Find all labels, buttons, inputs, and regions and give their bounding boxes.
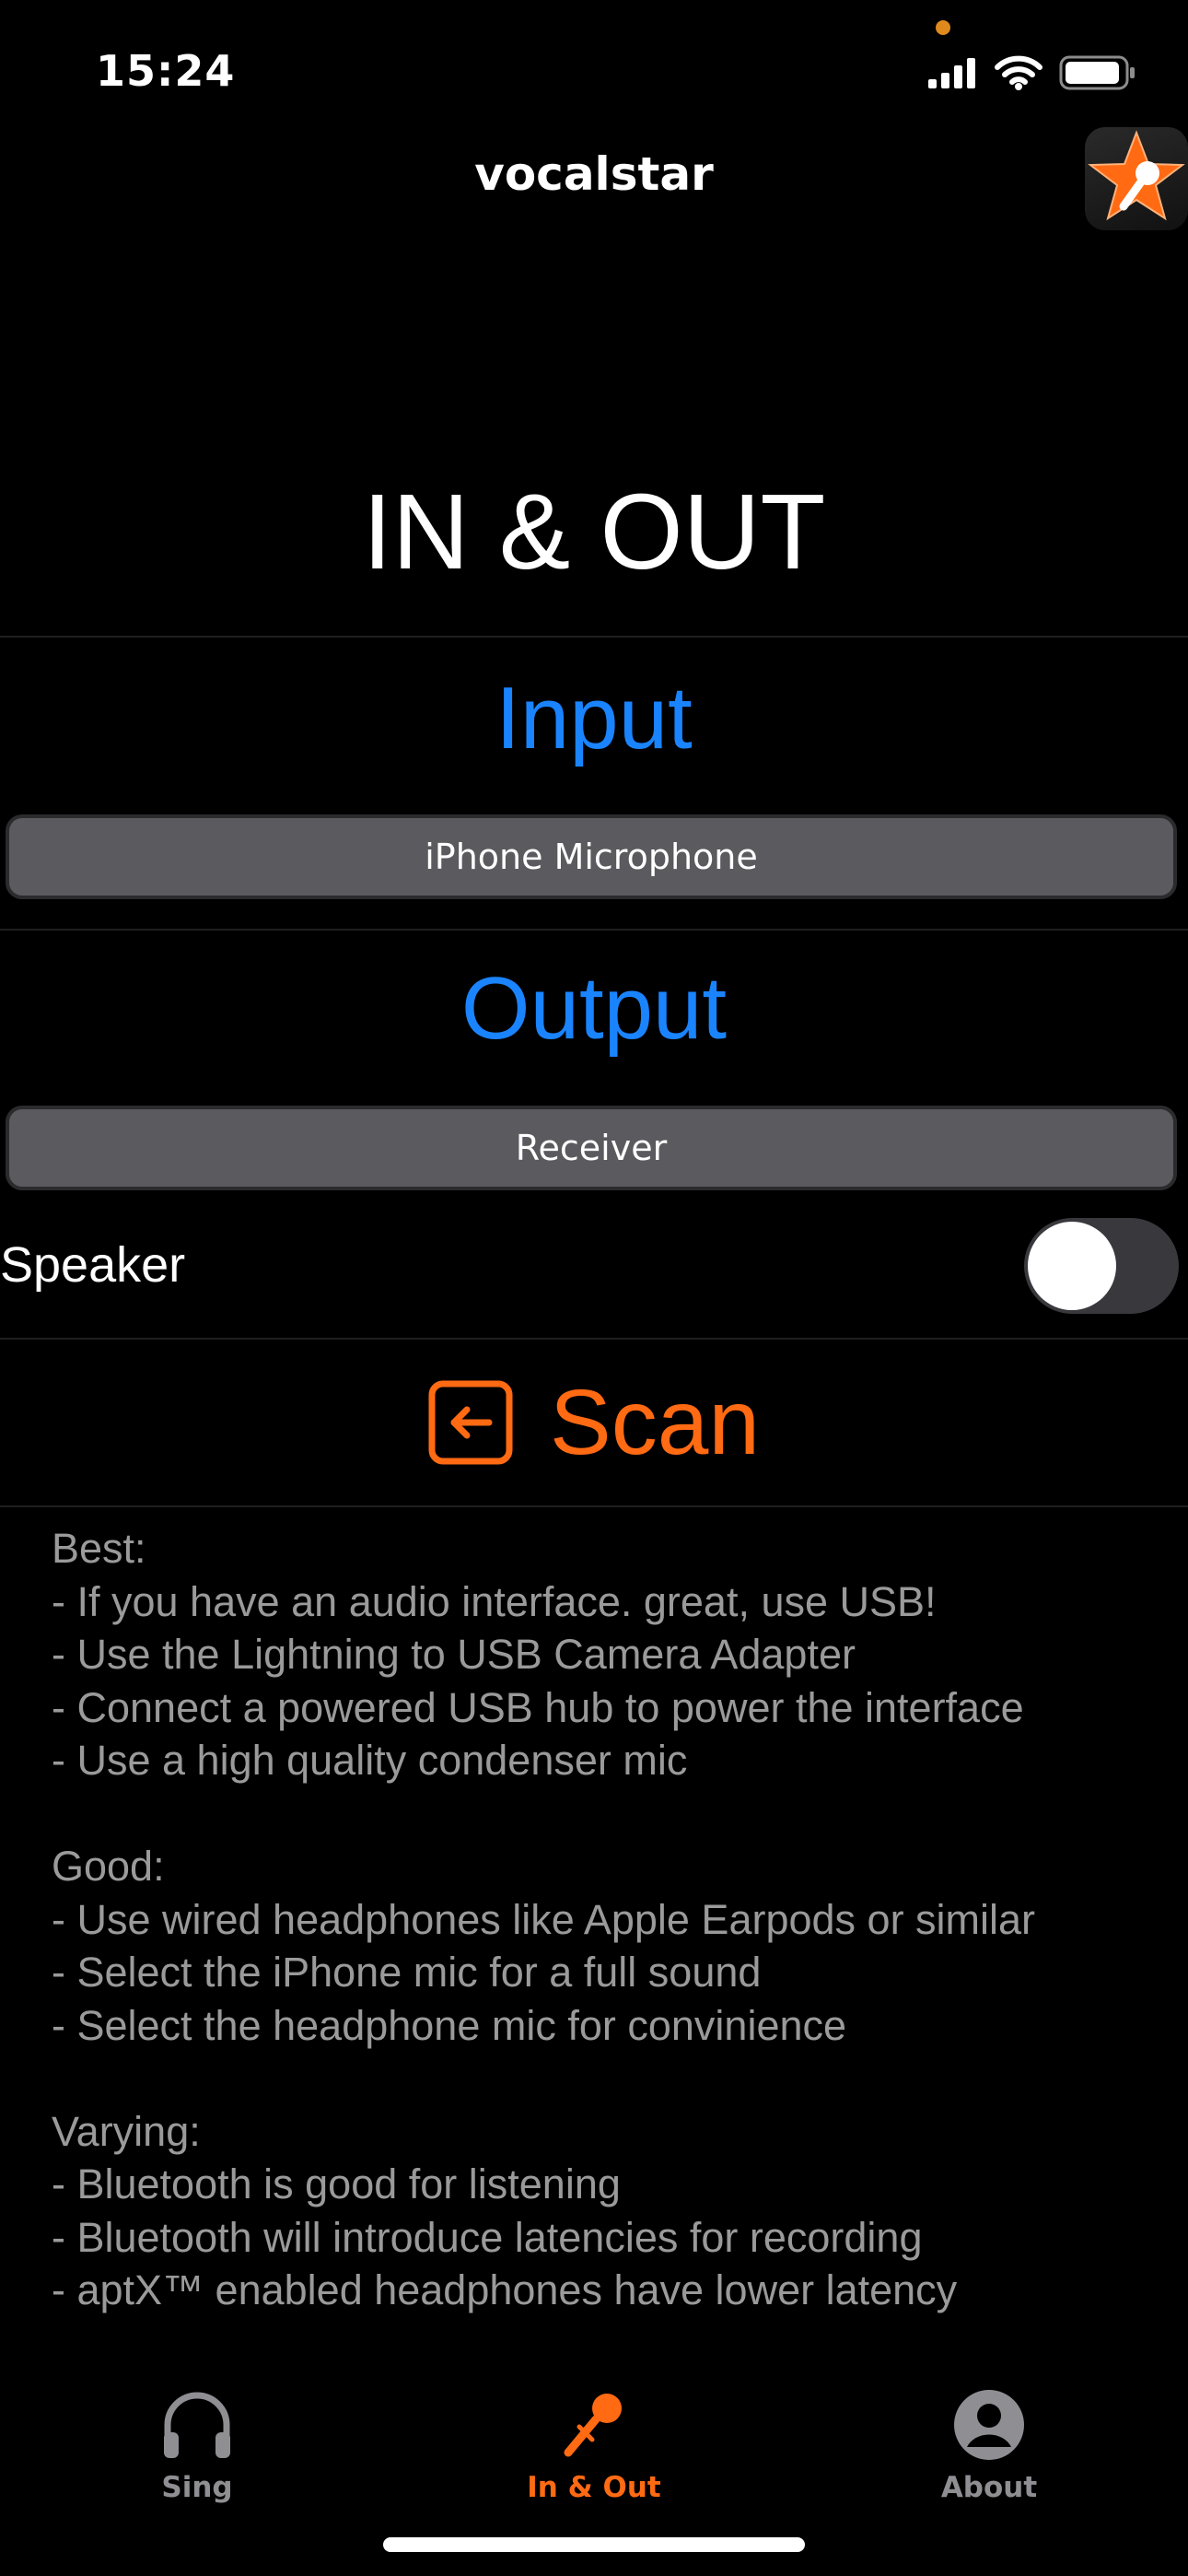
mic-in-use-indicator — [936, 20, 950, 35]
person-circle-icon — [954, 2390, 1024, 2460]
connection-tips-text: Best: - If you have an audio interface. … — [52, 1525, 1036, 2313]
input-device-picker[interactable]: iPhone Microphone — [6, 814, 1177, 899]
star-microphone-logo-icon — [1088, 130, 1185, 221]
tab-bar: Sing In & Out About — [0, 2386, 1188, 2524]
divider — [0, 1505, 1188, 1507]
page-title: IN & OUT — [362, 472, 826, 591]
tab-sing-label: Sing — [161, 2471, 233, 2504]
wifi-icon — [995, 55, 1042, 90]
nav-title: vocalstar — [474, 147, 714, 201]
divider — [0, 929, 1188, 931]
cellular-signal-icon — [928, 58, 975, 88]
microphone-icon — [564, 2394, 622, 2457]
tab-in-out-label: In & Out — [527, 2471, 661, 2504]
output-heading: Output — [460, 959, 728, 1058]
scan-button[interactable]: Scan — [0, 1371, 1188, 1474]
speaker-toggle[interactable] — [1024, 1218, 1179, 1314]
divider — [0, 1338, 1188, 1340]
tab-about[interactable]: About — [851, 2386, 1127, 2504]
app-logo-button[interactable] — [1085, 127, 1188, 230]
input-heading: Input — [495, 669, 693, 767]
tab-sing[interactable]: Sing — [59, 2386, 335, 2504]
home-indicator — [383, 2537, 805, 2552]
output-device-picker[interactable]: Receiver — [6, 1106, 1177, 1190]
tab-in-out[interactable]: In & Out — [456, 2386, 732, 2504]
status-time: 15:24 — [96, 46, 236, 96]
headphones-icon — [164, 2392, 230, 2458]
arrow-left-square-icon — [428, 1380, 513, 1465]
divider — [0, 636, 1188, 638]
output-device-label: Receiver — [515, 1128, 668, 1168]
toggle-knob — [1028, 1222, 1116, 1310]
input-device-label: iPhone Microphone — [425, 837, 758, 877]
scan-label: Scan — [550, 1370, 760, 1474]
status-icons — [928, 55, 1136, 90]
battery-icon — [1059, 55, 1135, 90]
tab-about-label: About — [940, 2471, 1038, 2504]
speaker-label: Speaker — [0, 1237, 186, 1293]
